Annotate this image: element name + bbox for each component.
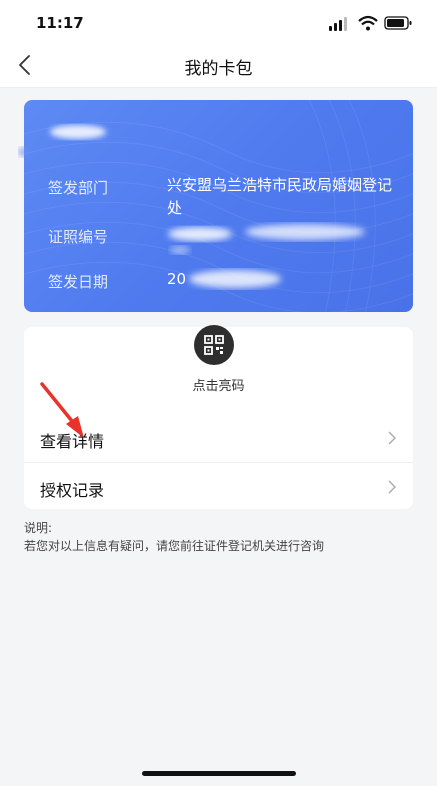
- status-icons: [329, 15, 412, 31]
- authorization-records-item[interactable]: 授权记录: [24, 463, 413, 511]
- signal-icon: [329, 17, 347, 31]
- wifi-icon: [358, 15, 378, 31]
- status-time: 11:17: [36, 14, 84, 32]
- redacted-issue-date: [189, 270, 281, 288]
- issue-date-label: 签发日期: [48, 273, 109, 291]
- authorization-records-label: 授权记录: [40, 481, 105, 500]
- page-title: 我的卡包: [184, 59, 253, 79]
- red-arrow-annotation: [40, 382, 84, 438]
- note-text: 若您对以上信息有疑问，请您前往证件登记机关进行咨询: [24, 539, 325, 553]
- chevron-right-icon: [388, 431, 396, 445]
- redacted-license-number: [168, 224, 365, 254]
- issuing-authority-label: 签发部门: [48, 179, 109, 197]
- chevron-right-icon: [388, 480, 396, 494]
- navigation-bar: 我的卡包: [0, 42, 437, 88]
- license-number-label: 证照编号: [48, 228, 109, 246]
- qr-code-icon: [204, 335, 224, 355]
- redacted-holder-name: [18, 125, 106, 157]
- battery-icon: [384, 16, 412, 30]
- home-indicator[interactable]: [142, 771, 296, 776]
- qr-code-button[interactable]: [194, 325, 234, 365]
- status-bar: 11:17: [0, 0, 437, 42]
- note-title: 说明:: [24, 521, 53, 535]
